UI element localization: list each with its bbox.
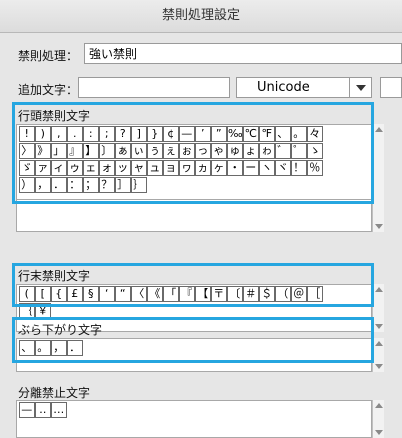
kinsoku-select[interactable]: 強い禁則 xyxy=(84,43,402,64)
scrollbar-no-break[interactable] xyxy=(372,400,384,438)
char-row: — ‥… xyxy=(19,402,67,418)
scroll-up-icon[interactable] xyxy=(375,287,383,292)
scroll-down-icon[interactable] xyxy=(375,364,383,369)
encoding-value: Unicode xyxy=(257,80,310,95)
highlight-hanging xyxy=(12,317,374,363)
kinsoku-label: 禁則処理： xyxy=(18,49,79,63)
scroll-down-icon[interactable] xyxy=(375,324,383,329)
kinsoku-value: 強い禁則 xyxy=(89,47,138,61)
encoding-dropdown[interactable]: Unicode xyxy=(236,77,372,98)
char-cell: — xyxy=(19,402,35,418)
scroll-down-icon[interactable] xyxy=(375,430,383,435)
section-title-no-break: 分離禁止文字 xyxy=(18,386,91,400)
highlight-line-end xyxy=(12,263,374,307)
highlight-line-start xyxy=(12,102,374,204)
add-char-label: 追加文字： xyxy=(18,83,79,97)
scroll-up-icon[interactable] xyxy=(375,127,383,132)
char-cell: ‥ xyxy=(35,402,51,418)
char-cell: … xyxy=(51,402,67,418)
scroll-up-icon[interactable] xyxy=(375,403,383,408)
add-button-partial[interactable] xyxy=(380,77,402,98)
line-start-empty-area[interactable] xyxy=(16,200,372,232)
no-break-chars[interactable]: — ‥… xyxy=(16,400,372,438)
scroll-up-icon[interactable] xyxy=(375,341,383,346)
window-title: 禁則処理設定 xyxy=(0,0,402,33)
scroll-down-icon[interactable] xyxy=(375,224,383,229)
chevron-down-icon[interactable] xyxy=(349,78,371,97)
add-char-input[interactable] xyxy=(78,77,230,98)
